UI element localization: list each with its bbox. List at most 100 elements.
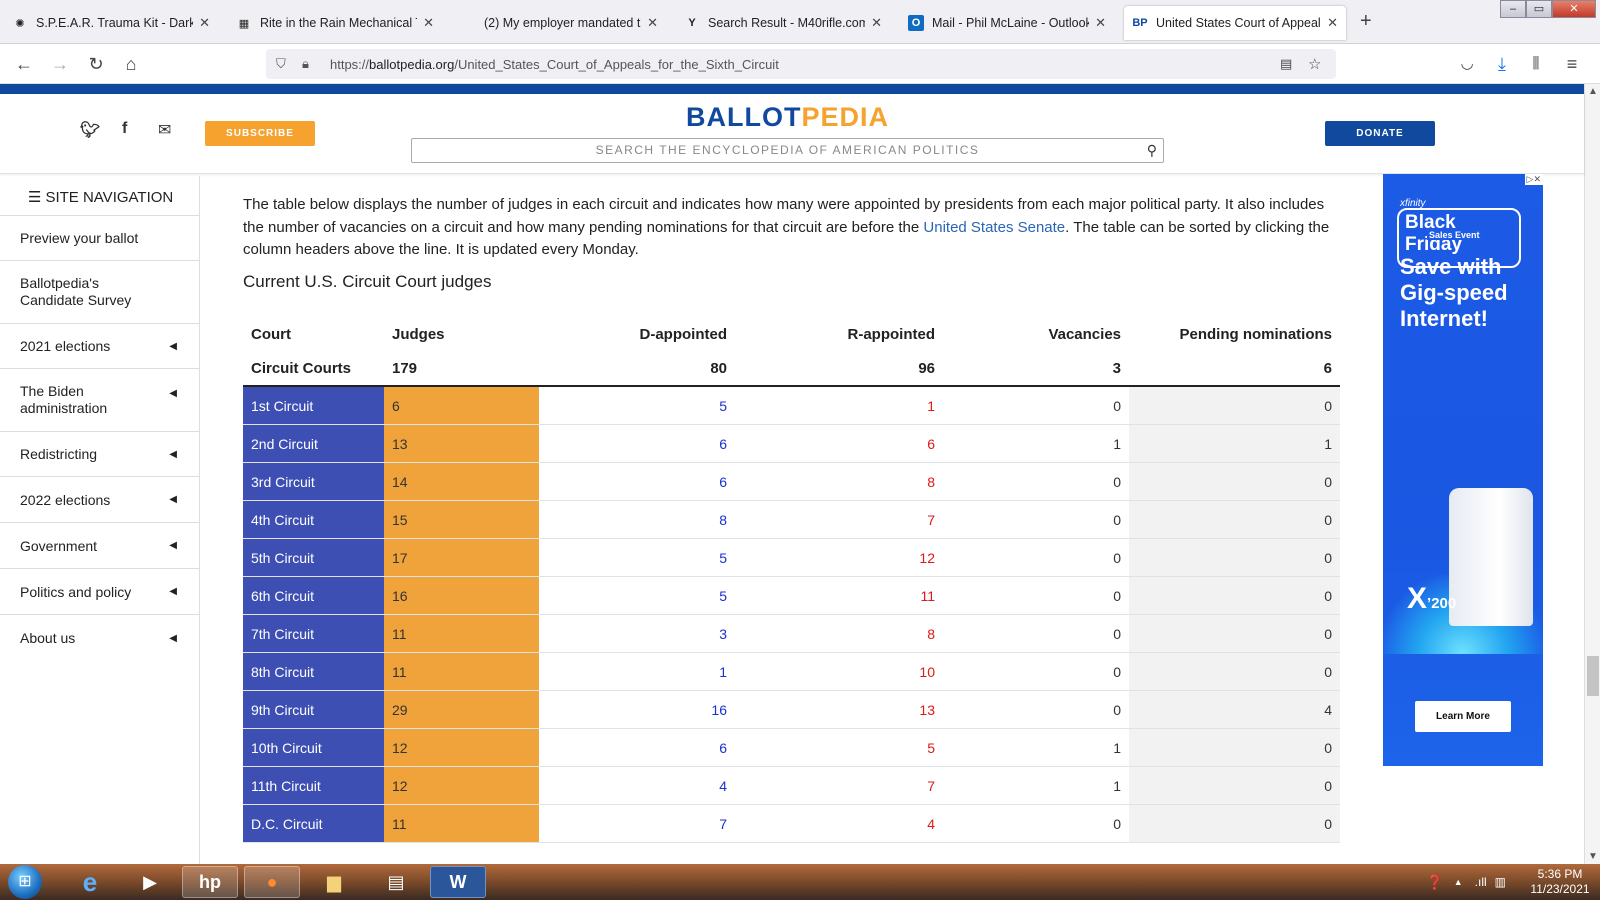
url-bar[interactable]: ⛉ 🔒︎ https://ballotpedia.org/United_Stat…	[266, 49, 1336, 79]
search-icon[interactable]: ⚲	[1147, 139, 1157, 162]
cell-court: D.C. Circuit	[243, 805, 384, 842]
scroll-up-icon[interactable]: ▲	[1588, 86, 1598, 97]
sidebar-item-2022-elections[interactable]: 2022 elections ◀	[0, 477, 199, 523]
start-button[interactable]: ⊞	[8, 865, 42, 899]
close-tab-icon[interactable]: ✕	[871, 15, 882, 31]
lock-icon[interactable]: 🔒︎	[302, 56, 316, 72]
menu-icon[interactable]: ≡	[1560, 52, 1584, 76]
reader-view-icon[interactable]: ▤	[1280, 56, 1292, 72]
cell-d-appointed: 5	[719, 587, 727, 604]
expand-arrow-icon: ◀	[169, 586, 177, 597]
cell-vacancies: 1	[1113, 435, 1121, 452]
bookmark-star-icon[interactable]: ☆	[1308, 55, 1321, 73]
new-tab-icon[interactable]: +	[1360, 10, 1372, 33]
facebook-icon[interactable]: f	[122, 120, 127, 138]
app-icon[interactable]: ▤	[368, 866, 424, 898]
tray-expand-icon[interactable]: ▲	[1454, 877, 1463, 887]
home-icon[interactable]: ⌂	[119, 52, 143, 76]
pocket-icon[interactable]: ◡	[1455, 52, 1479, 76]
word-icon[interactable]: W	[430, 866, 486, 898]
scroll-thumb[interactable]	[1587, 656, 1599, 696]
shield-icon[interactable]: ⛉	[276, 56, 292, 72]
help-icon[interactable]: ❓	[1426, 874, 1443, 891]
advertisement[interactable]: ▷✕ xfinity Black Friday Sales Event Save…	[1383, 174, 1543, 766]
media-player-icon[interactable]: ▶	[122, 866, 178, 898]
forward-icon[interactable]: →	[48, 52, 72, 76]
search-input[interactable]: SEARCH THE ENCYCLOPEDIA OF AMERICAN POLI…	[411, 138, 1164, 163]
scroll-down-icon[interactable]: ▼	[1588, 851, 1598, 862]
table-row: 4th Circuit 15 8 7 0 0	[243, 501, 1340, 539]
table-header-row: Court Judges D-appointed R-appointed Vac…	[243, 316, 1340, 352]
cell-d-appointed: 8	[719, 511, 727, 528]
page-scrollbar[interactable]: ▲ ▼	[1584, 84, 1600, 864]
explorer-icon[interactable]: ▆	[306, 866, 362, 898]
cell-r-appointed: 1	[927, 397, 935, 414]
download-icon[interactable]: ⤓	[1490, 52, 1514, 76]
twitter-icon[interactable]: 🐦︎	[80, 120, 100, 140]
network-icon[interactable]: ▥	[1495, 875, 1506, 889]
cell-vacancies: 0	[1113, 815, 1121, 832]
senate-link[interactable]: United States Senate	[923, 219, 1065, 236]
sidebar-item-government[interactable]: Government ◀	[0, 523, 199, 569]
close-tab-icon[interactable]: ✕	[423, 15, 434, 31]
col-header-pending-nominations[interactable]: Pending nominations	[1129, 316, 1340, 352]
close-tab-icon[interactable]: ✕	[199, 15, 210, 31]
sidebar-item-candidate-survey[interactable]: Ballotpedia's Candidate Survey	[0, 261, 199, 324]
subscribe-button[interactable]: SUBSCRIBE	[205, 121, 315, 146]
m40-icon: Y	[688, 17, 696, 29]
donate-button[interactable]: DONATE	[1325, 121, 1435, 146]
expand-arrow-icon: ◀	[169, 540, 177, 551]
intro-paragraph: The table below displays the number of j…	[243, 196, 1330, 258]
signal-icon[interactable]: .ıll	[1475, 875, 1487, 889]
expand-arrow-icon: ◀	[169, 340, 177, 352]
cell-r-appointed: 11	[920, 587, 935, 604]
adchoices-icon[interactable]: ▷✕	[1524, 174, 1543, 185]
reddit-icon	[460, 15, 476, 31]
cell-vacancies: 0	[1113, 663, 1121, 680]
learn-more-button[interactable]: Learn More	[1415, 701, 1511, 732]
site-navigation-heading[interactable]: ☰ SITE NAVIGATION	[0, 176, 199, 216]
cell-pending: 0	[1129, 463, 1340, 500]
col-header-vacancies[interactable]: Vacancies	[943, 316, 1129, 352]
close-window-icon[interactable]: ✕	[1552, 0, 1596, 18]
close-tab-icon[interactable]: ✕	[647, 15, 658, 31]
library-icon[interactable]: ⫼	[1524, 52, 1548, 76]
table-row: 5th Circuit 17 5 12 0 0	[243, 539, 1340, 577]
hp-icon[interactable]: hp	[182, 866, 238, 898]
reload-icon[interactable]: ↻	[84, 52, 108, 76]
cell-court: 3rd Circuit	[243, 463, 384, 500]
ad-headline: Save with Gig-speed Internet!	[1400, 254, 1508, 331]
tab-ballotpedia[interactable]: BP United States Court of Appeals f ✕	[1124, 6, 1346, 40]
cell-d-appointed: 4	[719, 777, 727, 794]
sidebar-item-preview-ballot[interactable]: Preview your ballot	[0, 216, 199, 261]
tab-outlook[interactable]: O Mail - Phil McLaine - Outlook ✕	[900, 6, 1114, 40]
tab-reddit[interactable]: (2) My employer mandated the ✕	[452, 6, 666, 40]
site-header: 🐦︎ f ✉ SUBSCRIBE BALLOTPEDIA SEARCH THE …	[0, 94, 1584, 174]
sidebar-item-redistricting[interactable]: Redistricting ◀	[0, 432, 199, 477]
ie-icon[interactable]: e	[62, 866, 118, 898]
close-tab-icon[interactable]: ✕	[1327, 15, 1338, 31]
system-tray: ❓ ▲ .ıll ▥ 5:36 PM 11/23/2021	[1426, 864, 1600, 900]
col-header-judges[interactable]: Judges	[384, 316, 539, 352]
sidebar-item-biden-administration[interactable]: The Biden administration ◀	[0, 369, 199, 432]
maximize-icon[interactable]: ▭	[1526, 0, 1552, 18]
col-header-d-appointed[interactable]: D-appointed	[539, 316, 735, 352]
summary-r-appointed: 96	[918, 360, 935, 377]
back-icon[interactable]: ←	[12, 52, 36, 76]
sidebar-item-politics-policy[interactable]: Politics and policy ◀	[0, 569, 199, 615]
clock[interactable]: 5:36 PM 11/23/2021	[1520, 867, 1600, 897]
ad-event-sub: Sales Event	[1427, 230, 1482, 240]
col-header-r-appointed[interactable]: R-appointed	[735, 316, 943, 352]
email-icon[interactable]: ✉	[158, 120, 171, 140]
minimize-icon[interactable]: –	[1500, 0, 1526, 18]
sidebar-item-2021-elections[interactable]: 2021 elections ◀	[0, 324, 199, 369]
tab-spear[interactable]: ✺ S.P.E.A.R. Trauma Kit - Dark Ang ✕	[4, 6, 218, 40]
close-tab-icon[interactable]: ✕	[1095, 15, 1106, 31]
ballotpedia-logo[interactable]: BALLOTPEDIA	[686, 102, 889, 133]
sidebar-item-about-us[interactable]: About us ◀	[0, 615, 199, 661]
firefox-icon[interactable]: ●	[244, 866, 300, 898]
col-header-court[interactable]: Court	[243, 316, 384, 352]
tab-m40[interactable]: Y Search Result - M40rifle.com ✕	[676, 6, 890, 40]
url-text[interactable]: https://ballotpedia.org/United_States_Co…	[330, 57, 779, 72]
tab-rite[interactable]: ▦ Rite in the Rain Mechanical Twi ✕	[228, 6, 442, 40]
